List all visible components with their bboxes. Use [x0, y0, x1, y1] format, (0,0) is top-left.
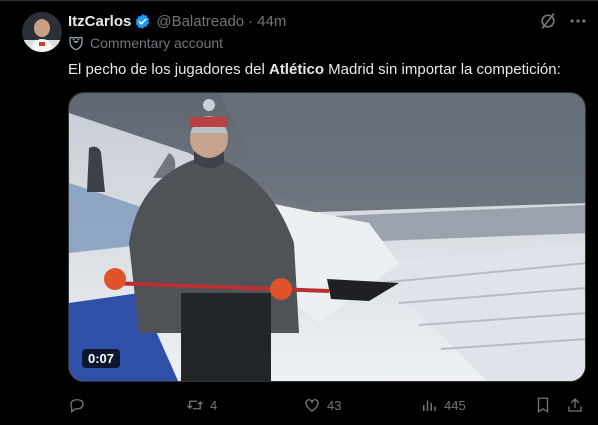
author-name[interactable]: ItzCarlos — [68, 13, 131, 30]
bookmark-button[interactable] — [534, 394, 558, 416]
share-icon — [568, 398, 582, 412]
video-duration: 0:07 — [82, 349, 121, 368]
view-count: 445 — [444, 397, 466, 413]
views-icon — [423, 400, 436, 411]
avatar-image — [22, 12, 62, 52]
video-frame — [69, 93, 585, 381]
like-count: 43 — [327, 397, 342, 413]
like-icon — [305, 399, 319, 412]
post-time[interactable]: 44m — [257, 13, 286, 30]
avatar[interactable] — [22, 12, 62, 52]
account-label[interactable]: Commentary account — [68, 35, 223, 51]
grok-icon[interactable] — [538, 11, 558, 31]
post-text-end: Madrid sin importar la competición: — [324, 61, 561, 78]
action-bar: 4 43 445 — [68, 394, 588, 418]
post-text-start: El pecho de los jugadores del — [68, 61, 269, 78]
views-button[interactable]: 445 — [420, 394, 466, 416]
divider — [0, 0, 598, 1]
video-player[interactable] — [68, 92, 586, 382]
author-handle[interactable]: @Balatreado — [156, 13, 244, 30]
account-label-text: Commentary account — [90, 35, 224, 51]
separator-dot: · — [248, 12, 254, 30]
post-text-bold: Atlético — [268, 61, 324, 78]
reply-icon — [70, 399, 84, 414]
repost-count: 4 — [210, 397, 218, 413]
verified-badge-icon — [134, 13, 151, 30]
repost-button[interactable]: 4 — [186, 394, 217, 416]
repost-icon — [187, 400, 203, 410]
more-icon[interactable] — [568, 11, 588, 31]
reply-button[interactable] — [68, 394, 92, 416]
post-text: El pecho de los jugadores del Atlético M… — [68, 60, 561, 80]
like-button[interactable]: 43 — [303, 394, 341, 416]
bookmark-icon — [537, 397, 549, 414]
post-header: ItzCarlos @Balatreado · 44m — [68, 10, 286, 32]
share-button[interactable] — [566, 394, 590, 416]
commentary-icon — [69, 37, 83, 51]
